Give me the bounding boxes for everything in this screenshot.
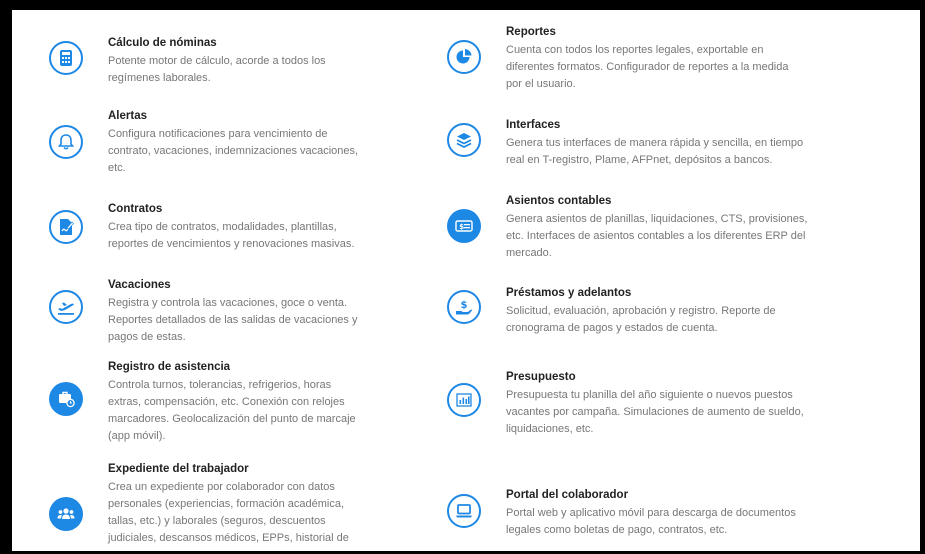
- feature-description: Solicitud, evaluación, aprobación y regi…: [506, 305, 776, 334]
- svg-text:$: $: [461, 300, 468, 311]
- feature-alertas: Alertas Configura notificaciones para ve…: [49, 109, 409, 179]
- pie-chart-icon: [447, 40, 481, 74]
- feature-description: Crea un expediente por colaborador con d…: [108, 481, 349, 544]
- feature-presupuesto: Presupuesto Presupuesta tu planilla del …: [447, 370, 897, 445]
- feature-title: Registro de asistencia: [108, 361, 231, 373]
- feature-portal-colaborador: Portal del colaborador Portal web y apli…: [447, 488, 897, 548]
- feature-description: Cuenta con todos los reportes legales, e…: [506, 44, 789, 90]
- feature-title: Portal del colaborador: [506, 489, 629, 501]
- feature-description: Potente motor de cálculo, acorde a todos…: [108, 55, 326, 84]
- hand-dollar-icon: $: [447, 290, 481, 324]
- calculator-icon: [49, 41, 83, 75]
- briefcase-clock-icon: [49, 382, 83, 416]
- layers-icon: [447, 123, 481, 157]
- svg-text:$: $: [459, 223, 464, 231]
- laptop-icon: [447, 494, 481, 528]
- feature-vacaciones: Vacaciones Registra y controla las vacac…: [49, 278, 409, 348]
- money-bill-icon: $: [447, 209, 481, 243]
- feature-contratos: Contratos Crea tipo de contratos, modali…: [49, 202, 409, 262]
- feature-title: Alertas: [108, 110, 147, 122]
- features-panel: Cálculo de nóminas Potente motor de cálc…: [12, 10, 920, 551]
- feature-title: Interfaces: [506, 119, 561, 131]
- feature-title: Asientos contables: [506, 195, 612, 207]
- airplane-icon: [49, 290, 83, 324]
- bar-chart-icon: [447, 383, 481, 417]
- feature-expediente-trabajador: Expediente del trabajador Crea un expedi…: [49, 462, 409, 551]
- bell-icon: [49, 125, 83, 159]
- feature-description: Controla turnos, tolerancias, refrigerio…: [108, 379, 356, 442]
- feature-registro-asistencia: Registro de asistencia Controla turnos, …: [49, 360, 409, 450]
- feature-description: Configura notificaciones para vencimient…: [108, 128, 359, 174]
- feature-calculo-nominas: Cálculo de nóminas Potente motor de cálc…: [49, 36, 409, 96]
- feature-title: Contratos: [108, 203, 163, 215]
- feature-description: Presupuesta tu planilla del año siguient…: [506, 389, 804, 435]
- feature-title: Vacaciones: [108, 279, 171, 291]
- feature-prestamos-adelantos: $ Préstamos y adelantos Solicitud, evalu…: [447, 286, 897, 346]
- feature-title: Presupuesto: [506, 371, 576, 383]
- feature-title: Cálculo de nóminas: [108, 37, 217, 49]
- feature-title: Préstamos y adelantos: [506, 287, 632, 299]
- feature-asientos-contables: $ Asientos contables Genera asientos de …: [447, 194, 897, 269]
- feature-description: Portal web y aplicativo móvil para desca…: [506, 507, 796, 536]
- feature-description: Crea tipo de contratos, modalidades, pla…: [108, 221, 355, 250]
- feature-interfaces: Interfaces Genera tus interfaces de mane…: [447, 118, 897, 178]
- feature-description: Genera asientos de planillas, liquidacio…: [506, 213, 808, 259]
- feature-reportes: Reportes Cuenta con todos los reportes l…: [447, 25, 897, 100]
- feature-description: Genera tus interfaces de manera rápida y…: [506, 137, 804, 166]
- feature-title: Reportes: [506, 26, 556, 38]
- feature-description: Registra y controla las vacaciones, goce…: [108, 297, 358, 343]
- contract-sign-icon: [49, 210, 83, 244]
- feature-title: Expediente del trabajador: [108, 463, 249, 475]
- users-group-icon: [49, 497, 83, 531]
